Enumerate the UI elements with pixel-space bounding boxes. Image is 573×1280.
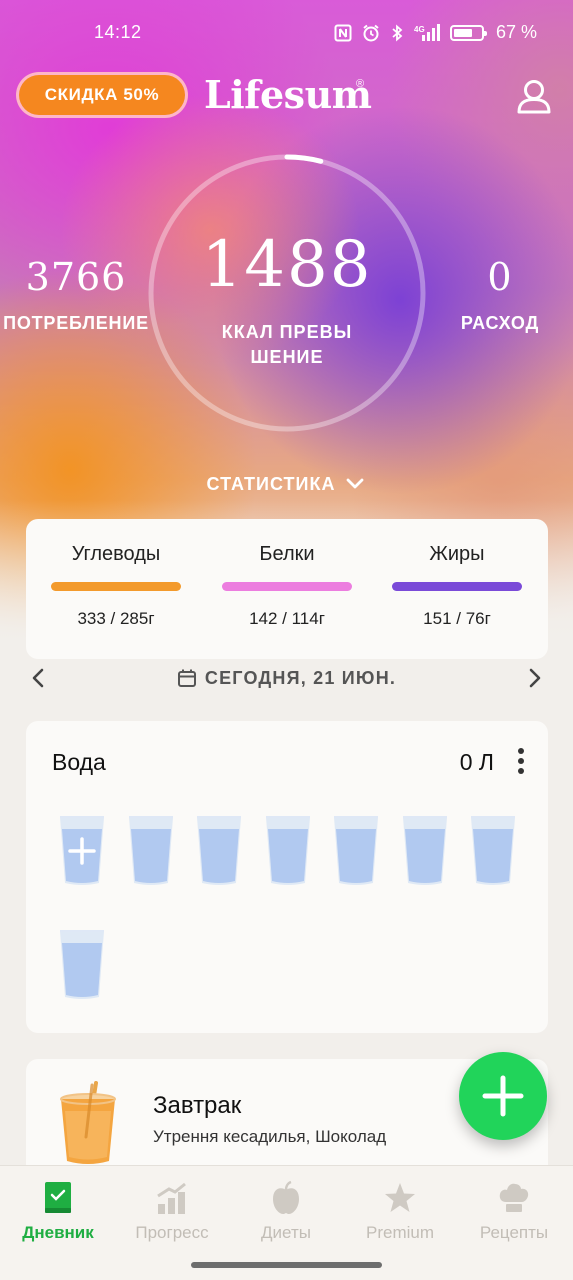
macro-name: Жиры <box>429 543 485 565</box>
chevron-right-icon[interactable] <box>523 666 547 690</box>
progress-icon <box>157 1182 186 1214</box>
macro-bar <box>51 582 181 591</box>
nav-label: Дневник <box>22 1223 94 1242</box>
water-glass[interactable] <box>195 815 243 887</box>
battery-percent: 67 % <box>496 22 538 42</box>
water-title: Вода <box>52 749 106 775</box>
battery-icon <box>450 24 487 41</box>
macro-bar <box>222 582 352 591</box>
apple-icon <box>273 1180 299 1214</box>
nav-label: Рецепты <box>479 1223 549 1242</box>
water-glass[interactable] <box>127 815 175 887</box>
macro-name: Белки <box>259 543 315 565</box>
calendar-icon <box>177 669 196 687</box>
intake-label: ПОТРЕБЛЕНИЕ <box>3 313 149 333</box>
chevron-left-icon[interactable] <box>26 666 50 690</box>
nav-premium[interactable]: Premium <box>343 1166 457 1256</box>
home-indicator[interactable] <box>191 1262 382 1268</box>
nav-diets[interactable]: Диеты <box>229 1166 343 1256</box>
date-label: СЕГОДНЯ, 21 ИЮН. <box>204 667 397 688</box>
chevron-down-icon <box>347 478 364 489</box>
plus-icon <box>482 1075 524 1117</box>
app-logo: Lifesum <box>204 72 372 117</box>
nav-label: Прогресс <box>135 1223 209 1242</box>
macro-bar <box>392 582 522 591</box>
meal-items: Утрення кесадилья, Шоколад <box>153 1127 387 1146</box>
calories-over-value: 1488 <box>201 228 373 302</box>
status-bar: 14:12 4G 67 % <box>0 0 573 64</box>
water-amount: 0 Л <box>459 749 494 775</box>
add-water-glass[interactable] <box>58 815 106 887</box>
date-selector[interactable]: СЕГОДНЯ, 21 ИЮН. <box>140 666 433 690</box>
bluetooth-icon <box>392 24 403 41</box>
intake-value: 3766 <box>25 255 127 299</box>
diary-icon <box>45 1182 71 1213</box>
nav-diary[interactable]: Дневник <box>1 1166 115 1256</box>
water-glass[interactable] <box>401 815 449 887</box>
burned-value: 0 <box>487 255 513 299</box>
calories-over-label: ККАЛ ПРЕВЫ ШЕНИЕ <box>221 322 353 367</box>
burned-label: РАСХОД <box>460 313 540 333</box>
statistics-toggle[interactable]: СТАТИСТИКА <box>186 470 386 498</box>
status-time: 14:12 <box>94 22 142 42</box>
nfc-icon <box>334 24 352 41</box>
breakfast-drink-image <box>60 1081 116 1164</box>
macro-value: 151 / 76г <box>423 609 491 628</box>
status-icons: 4G 67 % <box>334 22 537 43</box>
macros-card[interactable]: Углеводы 333 / 285г Белки 142 / 114г Жир… <box>26 519 548 659</box>
water-glass[interactable] <box>264 815 312 887</box>
logo-registered-mark: ® <box>356 78 365 90</box>
discount-button[interactable]: СКИДКА 50% <box>16 72 188 118</box>
date-navigation: СЕГОДНЯ, 21 ИЮН. <box>0 656 573 700</box>
signal-text: 4G <box>414 25 425 34</box>
water-glass[interactable] <box>332 815 380 887</box>
meal-title: Завтрак <box>153 1092 242 1119</box>
profile-icon[interactable] <box>514 76 554 116</box>
nav-label: Premium <box>365 1223 434 1242</box>
macro-value: 333 / 285г <box>77 609 155 628</box>
nav-label: Диеты <box>261 1223 311 1242</box>
more-vertical-icon[interactable] <box>514 747 528 775</box>
add-button[interactable] <box>459 1052 547 1140</box>
nav-recipes[interactable]: Рецепты <box>457 1166 571 1256</box>
macro-value: 142 / 114г <box>249 609 325 628</box>
water-glass[interactable] <box>58 929 106 1001</box>
alarm-icon <box>363 24 379 41</box>
star-icon <box>385 1183 415 1212</box>
water-glass[interactable] <box>469 815 517 887</box>
macro-name: Углеводы <box>71 543 161 565</box>
statistics-label: СТАТИСТИКА <box>206 473 336 494</box>
nav-progress[interactable]: Прогресс <box>115 1166 229 1256</box>
signal-icon: 4G <box>414 23 440 41</box>
chef-hat-icon <box>499 1183 529 1212</box>
water-card: Вода 0 Л <box>26 721 548 1033</box>
